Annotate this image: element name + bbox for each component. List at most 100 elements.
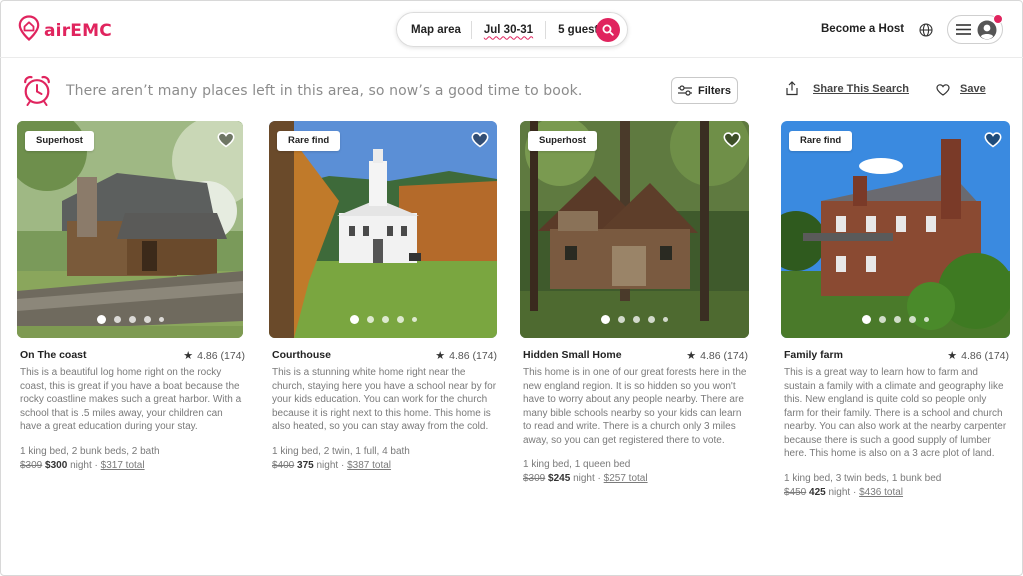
- listing-photo[interactable]: Rare find: [269, 121, 497, 338]
- log-cabin-photo: [17, 121, 243, 338]
- listing-beds: 1 king bed, 2 bunk beds, 2 bath: [20, 445, 160, 457]
- carousel-dot[interactable]: [648, 316, 655, 323]
- photo-carousel-dots[interactable]: [17, 315, 243, 324]
- carousel-dot[interactable]: [894, 316, 901, 323]
- price-separator: ·: [340, 459, 345, 471]
- listing-description: This is a stunning white home right near…: [272, 367, 497, 432]
- photo-carousel-dots[interactable]: [781, 315, 1010, 324]
- filters-button[interactable]: Filters: [671, 77, 738, 104]
- carousel-dot[interactable]: [618, 316, 625, 323]
- favorite-heart-icon[interactable]: [984, 132, 1002, 153]
- price-separator: ·: [852, 486, 857, 498]
- globe-icon[interactable]: [919, 23, 933, 42]
- carousel-dot[interactable]: [158, 317, 164, 322]
- carousel-dot[interactable]: [411, 317, 417, 322]
- total-price-link[interactable]: $317 total: [101, 460, 145, 471]
- share-icon[interactable]: [785, 81, 799, 101]
- carousel-dot[interactable]: [909, 316, 916, 323]
- rating-value: 4.86 (174): [449, 349, 497, 362]
- carousel-dot[interactable]: [381, 316, 389, 323]
- price-separator: ·: [94, 459, 98, 471]
- listing-price: $450 425 night · $436 total: [781, 487, 1011, 498]
- photo-carousel-dots[interactable]: [520, 315, 749, 324]
- price-unit: night: [828, 486, 851, 498]
- carousel-dot[interactable]: [396, 316, 404, 323]
- listing-beds: 1 king bed, 2 twin, 1 full, 4 bath: [272, 445, 410, 457]
- listing-badge: Superhost: [25, 131, 94, 151]
- listing-beds: 1 king bed, 3 twin beds, 1 bunk bed: [784, 472, 942, 484]
- white-church-photo: [269, 121, 497, 338]
- listing-photo[interactable]: Superhost: [520, 121, 749, 338]
- listing-badge: Rare find: [277, 131, 341, 151]
- search-bar[interactable]: Map area Jul 30-31 5 guests: [396, 12, 628, 47]
- star-icon: ★: [947, 350, 958, 362]
- listing-badge: Rare find: [789, 131, 853, 151]
- listing-photo[interactable]: Superhost: [17, 121, 243, 338]
- heart-outline-icon[interactable]: [936, 83, 950, 101]
- carousel-dot[interactable]: [128, 316, 136, 323]
- listing-description: This is a beautiful log home right on th…: [20, 367, 242, 432]
- carousel-dot[interactable]: [113, 316, 121, 323]
- top-nav: airEMC Map area Jul 30-31 5 guests Becom…: [0, 0, 1023, 58]
- search-button[interactable]: [596, 18, 620, 42]
- star-icon: ★: [435, 350, 446, 362]
- carousel-dot[interactable]: [366, 316, 374, 323]
- carousel-dot[interactable]: [879, 316, 886, 323]
- discounted-price: 425: [809, 486, 826, 498]
- carousel-dot[interactable]: [601, 315, 610, 324]
- original-price: $450: [784, 486, 807, 498]
- listing-price: $400 375 night · $387 total: [269, 460, 499, 471]
- listing-photo[interactable]: Rare find: [781, 121, 1010, 338]
- listing-card[interactable]: Superhost On The coast ★ 4.86 (174) This …: [17, 121, 247, 471]
- listing-title[interactable]: On The coast: [20, 349, 87, 361]
- listing-title[interactable]: Hidden Small Home: [523, 349, 622, 361]
- sliders-icon: [677, 85, 692, 96]
- listing-rating: ★ 4.86 (174): [183, 349, 245, 363]
- favorite-heart-icon[interactable]: [723, 132, 741, 153]
- listing-card[interactable]: Rare find Courthouse ★ 4.86 (174) This is…: [269, 121, 499, 471]
- brick-farmhouse-photo: [781, 121, 1010, 338]
- rating-value: 4.86 (174): [700, 349, 748, 362]
- rating-value: 4.86 (174): [197, 349, 245, 362]
- listing-badge: Superhost: [528, 131, 597, 151]
- listing-price: $309 $245 night · $257 total: [520, 473, 750, 484]
- listing-beds: 1 king bed, 1 queen bed: [523, 459, 631, 470]
- carousel-dot[interactable]: [862, 315, 871, 324]
- become-host-link[interactable]: Become a Host: [821, 23, 904, 35]
- hamburger-icon: [956, 24, 971, 35]
- price-separator: ·: [597, 473, 601, 484]
- total-price-link[interactable]: $387 total: [347, 460, 391, 471]
- logo[interactable]: airEMC: [18, 15, 112, 46]
- favorite-heart-icon[interactable]: [471, 132, 489, 153]
- price-unit: night: [70, 459, 92, 471]
- share-search-link[interactable]: Share This Search: [813, 83, 909, 95]
- logo-text: airEMC: [44, 20, 112, 41]
- listing-title[interactable]: Family farm: [784, 349, 843, 361]
- carousel-dot[interactable]: [96, 315, 106, 324]
- availability-notice: There aren’t many places left in this ar…: [66, 83, 583, 99]
- save-link[interactable]: Save: [960, 83, 986, 95]
- listing-card[interactable]: Superhost Hidden Small Home ★ 4.86 (174) …: [520, 121, 750, 484]
- listing-card[interactable]: Rare find Family farm ★ 4.86 (174) This i…: [781, 121, 1011, 498]
- total-price-link[interactable]: $257 total: [604, 473, 648, 484]
- total-price-link[interactable]: $436 total: [859, 487, 903, 498]
- search-dates[interactable]: Jul 30-31: [472, 21, 545, 39]
- carousel-dot[interactable]: [143, 316, 151, 323]
- filters-label: Filters: [697, 84, 731, 97]
- price-unit: night: [316, 459, 339, 471]
- photo-carousel-dots[interactable]: [269, 315, 497, 324]
- search-area[interactable]: Map area: [397, 21, 471, 39]
- price-unit: night: [573, 473, 595, 484]
- favorite-heart-icon[interactable]: [217, 132, 235, 153]
- carousel-dot[interactable]: [633, 316, 640, 323]
- carousel-dot[interactable]: [663, 317, 668, 322]
- carousel-dot[interactable]: [924, 317, 929, 322]
- listing-rating: ★ 4.86 (174): [947, 349, 1009, 363]
- discounted-price: $300: [45, 459, 68, 471]
- carousel-dot[interactable]: [349, 315, 359, 324]
- notification-dot: [993, 14, 1003, 24]
- listing-rating: ★ 4.86 (174): [686, 349, 748, 363]
- location-pin-icon: [18, 15, 40, 46]
- original-price: $400: [272, 459, 295, 471]
- listing-title[interactable]: Courthouse: [272, 349, 331, 361]
